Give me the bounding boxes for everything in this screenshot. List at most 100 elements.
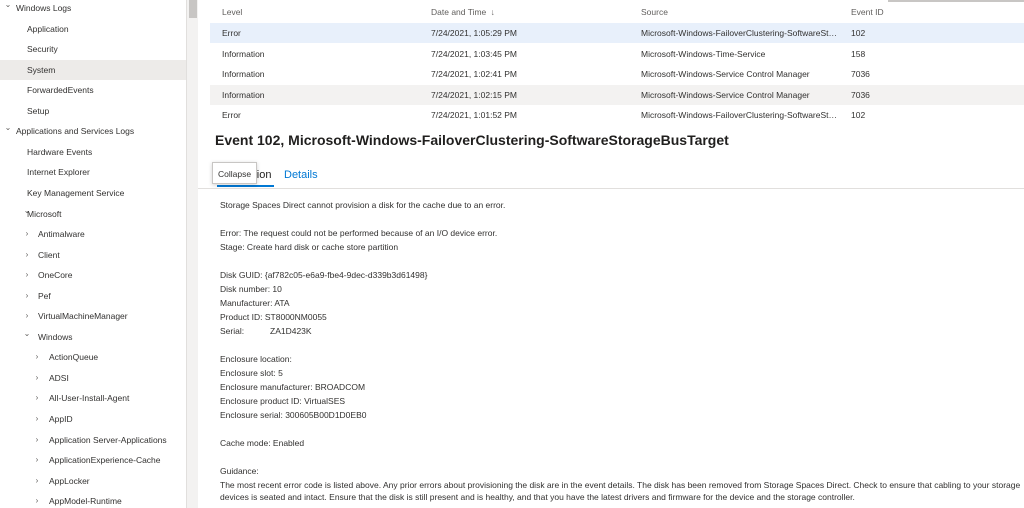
tree-item-label: Hardware Events bbox=[27, 146, 93, 157]
tab-details[interactable]: Details bbox=[284, 168, 318, 182]
cell-level: Information bbox=[222, 69, 265, 80]
tree-item-internet-explorer[interactable]: Internet Explorer bbox=[0, 162, 186, 182]
event-title: Event 102, Microsoft-Windows-FailoverClu… bbox=[215, 132, 729, 148]
tree-item-label: Security bbox=[27, 44, 58, 55]
tree-item-label: AppModel-Runtime bbox=[49, 496, 122, 507]
chevron-right-icon[interactable]: › bbox=[22, 224, 32, 244]
chevron-right-icon[interactable]: › bbox=[22, 265, 32, 285]
column-header-source[interactable]: Source bbox=[641, 0, 668, 24]
cell-source: Microsoft-Windows-Service Control Manage… bbox=[641, 89, 810, 100]
chevron-right-icon[interactable]: › bbox=[32, 388, 42, 408]
chevron-down-icon[interactable]: ⌄ bbox=[3, 121, 13, 141]
serial-value: ZA1D423K bbox=[270, 326, 312, 336]
table-row[interactable]: Information 7/24/2021, 1:02:41 PM Microsof… bbox=[210, 64, 1024, 84]
tree-item-label: AppID bbox=[49, 414, 73, 424]
tree-item-microsoft[interactable]: ⌄ Microsoft bbox=[0, 204, 186, 224]
tree-item-label: Key Management Service bbox=[27, 187, 125, 198]
tree-item-onecore[interactable]: › OneCore bbox=[0, 265, 186, 285]
tree-item-label: Internet Explorer bbox=[27, 167, 90, 178]
cell-level: Error bbox=[222, 28, 241, 38]
tree-item-applocker[interactable]: › AppLocker bbox=[0, 471, 186, 491]
chevron-down-icon[interactable]: ⌄ bbox=[3, 0, 13, 18]
chevron-right-icon[interactable]: › bbox=[32, 409, 42, 429]
tree-item-antimalware[interactable]: › Antimalware bbox=[0, 224, 186, 244]
tree-item-label: OneCore bbox=[38, 270, 73, 281]
description-line: Enclosure manufacturer: BROADCOM bbox=[220, 382, 366, 392]
tree-item-label: ApplicationExperience-Cache bbox=[49, 455, 161, 466]
cell-datetime: 7/24/2021, 1:05:29 PM bbox=[431, 28, 518, 38]
tree-item-forwardedevents[interactable]: ForwardedEvents bbox=[0, 80, 186, 100]
tree-item-label: Setup bbox=[27, 105, 50, 116]
tree-scrollbar[interactable] bbox=[186, 0, 198, 508]
tree-item-label: VirtualMachineManager bbox=[38, 311, 128, 322]
description-line: Enclosure location: bbox=[220, 354, 292, 364]
tree-item-client[interactable]: › Client bbox=[0, 245, 186, 265]
tree-item-windows[interactable]: ⌄ Windows bbox=[0, 327, 186, 347]
description-line: Enclosure serial: 300605B00D1D0EB0 bbox=[220, 410, 367, 420]
tree-item-hardware-events[interactable]: Hardware Events bbox=[0, 142, 186, 162]
column-header-datetime[interactable]: Date and Time ↓ bbox=[431, 0, 495, 24]
chevron-right-icon[interactable]: › bbox=[32, 471, 42, 491]
description-line: Disk number: 10 bbox=[220, 284, 282, 294]
cell-event-id: 7036 bbox=[851, 89, 870, 100]
tree-item-windows-logs[interactable]: ⌄ Windows Logs bbox=[0, 0, 186, 18]
tree-item-key-management-service[interactable]: Key Management Service bbox=[0, 183, 186, 203]
cell-event-id: 102 bbox=[851, 110, 866, 121]
description-line: Enclosure slot: 5 bbox=[220, 368, 283, 378]
tree-scrollbar-thumb[interactable] bbox=[189, 0, 197, 18]
cell-level: Error bbox=[222, 110, 241, 121]
tree-item-adsi[interactable]: › ADSI bbox=[0, 368, 186, 388]
tree-item-applicationexperience-cache[interactable]: › ApplicationExperience-Cache bbox=[0, 450, 186, 470]
tree-item-label: ActionQueue bbox=[49, 352, 99, 363]
chevron-down-icon[interactable]: ⌄ bbox=[22, 327, 32, 347]
chevron-right-icon[interactable]: › bbox=[22, 286, 32, 306]
cell-datetime: 7/24/2021, 1:02:15 PM bbox=[431, 89, 518, 100]
chevron-right-icon[interactable]: › bbox=[22, 306, 32, 326]
description-line: Enclosure product ID: VirtualSES bbox=[220, 396, 346, 406]
column-header-datetime-label: Date and Time bbox=[431, 7, 487, 17]
tree-item-label: ADSI bbox=[49, 372, 69, 383]
tree-item-application-server-applications[interactable]: › Application Server-Applications bbox=[0, 430, 186, 450]
tree-item-appmodel-runtime[interactable]: › AppModel-Runtime bbox=[0, 491, 186, 508]
tabs-divider bbox=[198, 188, 1024, 189]
table-row[interactable]: Error 7/24/2021, 1:05:29 PM Microsoft-Wind… bbox=[210, 23, 1024, 43]
tree-item-actionqueue[interactable]: › ActionQueue bbox=[0, 347, 186, 367]
tree-item-pef[interactable]: › Pef bbox=[0, 286, 186, 306]
description-line: Product ID: ST8000NM0055 bbox=[220, 312, 327, 322]
tree-item-system[interactable]: System bbox=[0, 59, 186, 80]
chevron-right-icon[interactable]: › bbox=[32, 368, 42, 388]
column-header-level[interactable]: Level bbox=[222, 0, 242, 24]
tree-item-security[interactable]: Security bbox=[0, 39, 186, 59]
chevron-right-icon[interactable]: › bbox=[32, 450, 42, 470]
description-line: Error: The request could not be performe… bbox=[220, 228, 498, 238]
sort-descending-icon: ↓ bbox=[490, 7, 495, 17]
tree-item-label: Antimalware bbox=[38, 229, 85, 240]
cell-event-id: 158 bbox=[851, 48, 866, 59]
tree-item-applications-and-services-logs[interactable]: ⌄ Applications and Services Logs bbox=[0, 121, 186, 141]
tree-item-application[interactable]: Application bbox=[0, 19, 186, 39]
tree-item-appid[interactable]: › AppID bbox=[0, 409, 186, 429]
description-line: Storage Spaces Direct cannot provision a… bbox=[220, 200, 506, 210]
tree-item-label: Client bbox=[38, 249, 60, 260]
table-row[interactable]: Information 7/24/2021, 1:03:45 PM Microsof… bbox=[210, 44, 1024, 64]
chevron-right-icon[interactable]: › bbox=[22, 245, 32, 265]
tree-item-label: ForwardedEvents bbox=[27, 85, 94, 96]
tree-item-label: Pef bbox=[38, 290, 51, 301]
cell-level: Information bbox=[222, 89, 265, 100]
chevron-right-icon[interactable]: › bbox=[32, 430, 42, 450]
chevron-right-icon[interactable]: › bbox=[32, 491, 42, 508]
tree-item-all-user-install-agent[interactable]: › All-User-Install-Agent bbox=[0, 388, 186, 408]
chevron-right-icon[interactable]: › bbox=[32, 347, 42, 367]
cell-source: Microsoft-Windows-FailoverClustering-Sof… bbox=[641, 110, 841, 121]
column-header-event-id[interactable]: Event ID bbox=[851, 0, 884, 24]
table-row[interactable]: Information 7/24/2021, 1:02:15 PM Microsof… bbox=[210, 84, 1024, 105]
tree-item-setup[interactable]: Setup bbox=[0, 101, 186, 121]
tree-item-label: Microsoft bbox=[27, 208, 62, 219]
cell-source: Microsoft-Windows-FailoverClustering-Sof… bbox=[641, 28, 841, 38]
cell-event-id: 7036 bbox=[851, 69, 870, 80]
cell-datetime: 7/24/2021, 1:02:41 PM bbox=[431, 69, 518, 80]
tree-item-virtualmachinemanager[interactable]: › VirtualMachineManager bbox=[0, 306, 186, 326]
table-row[interactable]: Error 7/24/2021, 1:01:52 PM Microsoft-Wind… bbox=[210, 105, 1024, 125]
tree-item-label: AppLocker bbox=[49, 475, 90, 486]
description-line: The most recent error code is listed abo… bbox=[220, 480, 1021, 502]
